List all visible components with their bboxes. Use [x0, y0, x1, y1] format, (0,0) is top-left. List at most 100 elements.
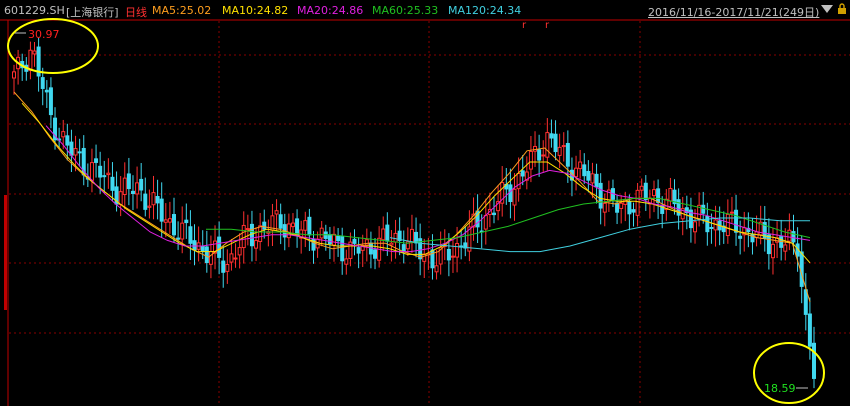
candle-body — [701, 204, 706, 214]
candle-body — [233, 257, 238, 260]
candle-body — [352, 238, 357, 244]
candle-body — [533, 145, 538, 152]
candle-body — [541, 154, 546, 157]
candle-body — [61, 131, 66, 138]
candle-body — [791, 231, 796, 243]
candle-body — [77, 151, 82, 154]
candle-body — [639, 185, 644, 191]
candle-body — [770, 243, 775, 259]
candle-body — [295, 218, 300, 236]
candle-body — [738, 235, 743, 239]
candle-body — [217, 236, 222, 258]
candle-body — [159, 198, 164, 222]
candle-body — [389, 242, 394, 246]
candle-body — [766, 234, 771, 255]
candle-body — [565, 142, 570, 167]
candle-body — [254, 240, 259, 249]
candle-body — [598, 182, 603, 209]
candle-body — [167, 218, 172, 223]
candle-body — [221, 260, 226, 273]
candle-body — [619, 202, 624, 209]
candle-body — [627, 201, 632, 215]
candle-body — [709, 226, 714, 229]
candle-body — [545, 132, 550, 158]
candle-body — [807, 313, 812, 347]
candle-body — [414, 231, 419, 244]
candle-body — [12, 71, 16, 79]
candle-body — [249, 223, 254, 247]
high-price-label: 30.97 — [28, 28, 60, 41]
left-volume-marker — [4, 195, 7, 310]
candle-body — [102, 175, 107, 178]
candle-body — [381, 228, 386, 241]
candle-body — [319, 227, 324, 239]
candle-body — [729, 211, 734, 214]
candle-body — [237, 247, 242, 256]
candle-body — [225, 264, 230, 272]
candle-body — [652, 189, 656, 197]
candle-body — [385, 224, 390, 242]
candle-body — [327, 234, 332, 245]
candle-body — [65, 135, 70, 146]
candle-body — [812, 342, 816, 379]
candle-body — [594, 173, 599, 188]
candle-body — [668, 187, 673, 202]
candle-body — [135, 182, 140, 195]
candle-body — [204, 246, 209, 264]
candle-body — [163, 219, 168, 223]
candle-body — [106, 172, 111, 176]
candle-body — [582, 164, 587, 177]
candle-body — [734, 209, 739, 233]
candle-body — [258, 225, 263, 243]
candle-body — [693, 221, 698, 233]
candle-body — [373, 249, 378, 259]
candle-body — [446, 248, 451, 261]
candle-body — [434, 265, 439, 273]
candle-body — [520, 170, 525, 177]
candle-body — [188, 226, 193, 244]
candle-body — [290, 222, 295, 228]
candle-body — [262, 221, 267, 230]
candle-body — [48, 87, 53, 116]
candle-body — [229, 253, 234, 263]
candle-body — [122, 177, 127, 195]
candle-body — [274, 210, 279, 215]
candle-body — [344, 258, 349, 265]
candle-body — [94, 158, 99, 163]
candle-body — [557, 146, 562, 156]
candle-body — [208, 250, 213, 265]
candle-body — [615, 202, 620, 213]
candle-body — [528, 150, 533, 170]
candle-body — [89, 162, 94, 181]
candle-body — [118, 191, 123, 206]
event-marker-1: r — [545, 20, 550, 31]
candle-body — [508, 184, 513, 203]
candle-body — [450, 255, 455, 258]
candle-body — [147, 205, 152, 208]
candle-body — [590, 173, 595, 184]
candle-body — [151, 192, 156, 206]
candle-body — [455, 242, 460, 258]
candle-body — [69, 141, 74, 156]
candle-body — [393, 232, 398, 243]
candle-body — [631, 209, 636, 213]
candle-body — [783, 244, 788, 252]
candle-body — [130, 190, 135, 194]
candle-body — [332, 233, 336, 246]
candle-body — [364, 239, 369, 246]
candle-body — [44, 89, 49, 93]
candle-body — [549, 133, 554, 139]
candle-body — [516, 172, 521, 190]
candle-body — [40, 77, 45, 89]
event-marker-0: r — [522, 20, 527, 31]
candle-body — [110, 176, 115, 191]
candle-body — [561, 145, 566, 148]
candle-body — [602, 202, 607, 213]
candle-body — [307, 216, 312, 236]
candle-body — [430, 249, 435, 269]
candle-body — [656, 188, 661, 203]
candle-body — [586, 170, 591, 181]
candle-body — [278, 214, 283, 229]
candle-body — [787, 229, 792, 242]
candle-body — [574, 167, 579, 178]
